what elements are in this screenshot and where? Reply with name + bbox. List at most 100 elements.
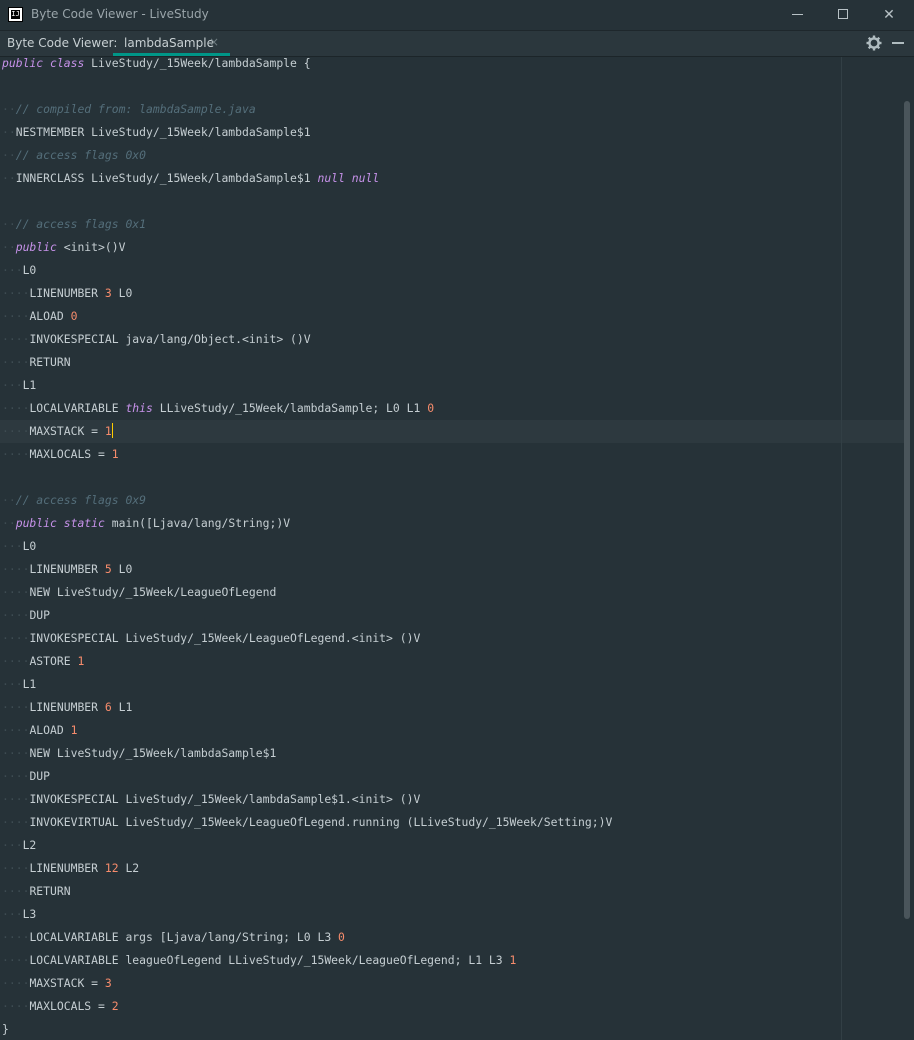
code-line[interactable]: ····ALOAD 1 [2,719,77,742]
tab-close-icon[interactable]: × [209,35,219,49]
code-line[interactable]: ····LOCALVARIABLE this LLiveStudy/_15Wee… [2,397,434,420]
code-token: // access flags 0x1 [15,217,147,231]
code-line[interactable]: ····NEW LiveStudy/_15Week/lambdaSample$1 [2,742,276,765]
code-line[interactable]: ····INVOKESPECIAL LiveStudy/_15Week/Leag… [2,627,420,650]
code-line[interactable]: ····INVOKESPECIAL java/lang/Object.<init… [2,328,311,351]
code-line[interactable]: ··INNERCLASS LiveStudy/_15Week/lambdaSam… [2,167,379,190]
whitespace-marker: ···· [2,861,30,875]
code-line[interactable]: ····INVOKEVIRTUAL LiveStudy/_15Week/Leag… [2,811,612,834]
whitespace-marker: ···· [2,332,30,346]
code-line[interactable]: ···L0 [2,535,36,558]
code-token: MAXSTACK = [29,976,105,990]
code-token: 0 [70,309,78,323]
code-token: LINENUMBER [29,700,105,714]
code-line[interactable]: ····LINENUMBER 3 L0 [2,282,132,305]
code-token: null [351,171,380,185]
close-window-button[interactable]: ✕ [866,0,912,30]
code-token: L1 [22,378,37,392]
code-line[interactable]: ····LOCALVARIABLE args [Ljava/lang/Strin… [2,926,345,949]
whitespace-marker: ···· [2,746,30,760]
code-line[interactable]: ··public static main([Ljava/lang/String;… [2,512,290,535]
code-token: L1 [111,700,133,714]
code-line[interactable]: ····LOCALVARIABLE leagueOfLegend LLiveSt… [2,949,516,972]
code-line[interactable]: ····INVOKESPECIAL LiveStudy/_15Week/lamb… [2,788,420,811]
code-line[interactable]: ··public <init>()V [2,236,125,259]
code-line[interactable]: ··// access flags 0x1 [2,213,146,236]
code-line[interactable]: ····LINENUMBER 5 L0 [2,558,132,581]
whitespace-marker: ···· [2,355,30,369]
code-token: LOCALVARIABLE args [Ljava/lang/String; L… [29,930,339,944]
code-token: MAXSTACK = [29,424,105,438]
whitespace-marker: ···· [2,769,30,783]
whitespace-marker: ··· [2,677,23,691]
code-line[interactable]: ····DUP [2,765,50,788]
whitespace-marker: ···· [2,792,30,806]
code-token: INNERCLASS LiveStudy/_15Week/lambdaSampl… [15,171,318,185]
code-token: LLiveStudy/_15Week/lambdaSample; L0 L1 [152,401,428,415]
code-line[interactable]: ····LINENUMBER 6 L1 [2,696,132,719]
code-token: RETURN [29,884,71,898]
minimize-icon [792,14,803,15]
minimize-window-button[interactable] [774,0,820,30]
whitespace-marker: ··· [2,378,23,392]
tab-lambda-sample[interactable]: lambdaSample × [113,31,230,56]
whitespace-marker: ·· [2,171,16,185]
whitespace-marker: ··· [2,838,23,852]
code-token: 0 [427,401,435,415]
whitespace-marker: ···· [2,654,30,668]
code-line[interactable]: ····LINENUMBER 12 L2 [2,857,139,880]
code-line[interactable]: ····MAXSTACK = 3 [2,972,112,995]
code-line[interactable]: ····ASTORE 1 [2,650,84,673]
whitespace-marker: ···· [2,447,30,461]
title-bar: IJ Byte Code Viewer - LiveStudy ✕ [0,0,914,31]
code-line[interactable]: ···L1 [2,673,36,696]
code-token: LINENUMBER [29,861,105,875]
code-token: L0 [22,263,37,277]
code-line[interactable]: ····RETURN [2,880,71,903]
code-line[interactable]: ····ALOAD 0 [2,305,77,328]
code-line[interactable]: ···L2 [2,834,36,857]
code-line[interactable]: ····MAXSTACK = 1 [2,420,113,443]
code-token: public [2,57,44,70]
minimize-panel-icon[interactable] [892,42,904,44]
whitespace-marker: ···· [2,999,30,1013]
whitespace-marker: ···· [2,608,30,622]
code-line[interactable]: } [2,1018,9,1040]
code-token: public [15,240,57,254]
code-line[interactable]: ···L1 [2,374,36,397]
code-token: MAXLOCALS = [29,999,112,1013]
whitespace-marker: ·· [2,493,16,507]
whitespace-marker: ···· [2,700,30,714]
code-line[interactable]: ···L0 [2,259,36,282]
code-token: public [15,516,57,530]
whitespace-marker: ···· [2,930,30,944]
code-line[interactable]: ····DUP [2,604,50,627]
gear-icon[interactable] [866,35,882,51]
code-line[interactable]: ··NESTMEMBER LiveStudy/_15Week/lambdaSam… [2,121,311,144]
whitespace-marker: ·· [2,125,16,139]
maximize-window-button[interactable] [820,0,866,30]
code-token: class [50,57,85,70]
bytecode-editor[interactable]: public class LiveStudy/_15Week/lambdaSam… [0,57,914,1040]
code-line[interactable]: ···L3 [2,903,36,926]
code-token: 2 [111,999,119,1013]
code-line[interactable]: ··// access flags 0x0 [2,144,146,167]
code-token: L2 [118,861,140,875]
code-line[interactable]: ····RETURN [2,351,71,374]
code-token: INVOKESPECIAL java/lang/Object.<init> ()… [29,332,311,346]
vertical-scrollbar[interactable] [904,101,910,919]
whitespace-marker: ···· [2,562,30,576]
code-line[interactable]: ··// compiled from: lambdaSample.java [2,98,256,121]
whitespace-marker: ···· [2,286,30,300]
code-line[interactable]: ····MAXLOCALS = 1 [2,443,119,466]
code-token: RETURN [29,355,71,369]
code-line[interactable]: ····NEW LiveStudy/_15Week/LeagueOfLegend [2,581,276,604]
code-token: null [317,171,345,185]
text-caret [111,423,113,438]
code-line[interactable]: public class LiveStudy/_15Week/lambdaSam… [2,57,311,75]
code-line[interactable]: ··// access flags 0x9 [2,489,146,512]
whitespace-marker: ···· [2,976,30,990]
code-line[interactable]: ····MAXLOCALS = 2 [2,995,119,1018]
code-token: DUP [29,608,51,622]
